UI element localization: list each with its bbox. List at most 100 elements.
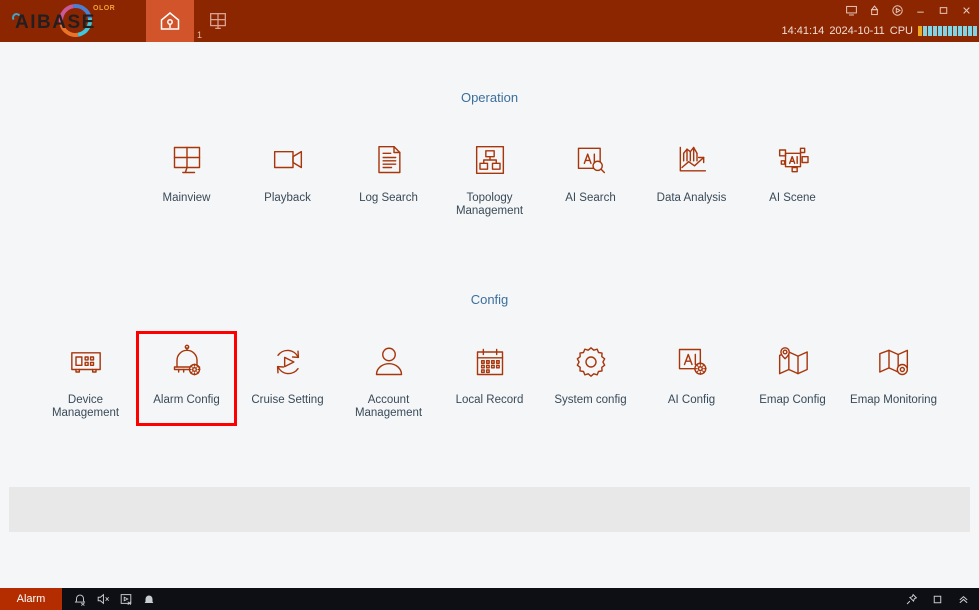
home-icon <box>160 12 180 30</box>
tile-topology-management[interactable]: Topology Management <box>439 129 540 224</box>
bottom-status-bar: Alarm <box>0 588 979 610</box>
stop-square-icon <box>933 595 942 603</box>
user-lock-button[interactable] <box>867 3 881 17</box>
maximize-button[interactable] <box>936 3 950 17</box>
speaker-mute-icon <box>97 593 109 605</box>
ai-search-icon <box>568 137 614 183</box>
cpu-bar <box>918 26 922 36</box>
cpu-label: CPU <box>889 25 913 37</box>
tile-device-management[interactable]: Device Management <box>35 331 136 426</box>
status-time: 14:41:14 <box>781 25 825 37</box>
cpu-bar <box>953 26 957 36</box>
user-lock-icon <box>870 4 878 15</box>
tile-label: AI Search <box>565 192 616 204</box>
pin-button[interactable] <box>904 592 919 607</box>
tab-home[interactable] <box>146 0 194 42</box>
section-heading-config: Config <box>470 292 509 307</box>
tile-label: Local Record <box>455 394 524 406</box>
collapse-up-button[interactable] <box>956 592 971 607</box>
tile-label: Account Management <box>354 394 423 419</box>
user-person-icon <box>366 339 412 385</box>
ai-gear-icon <box>669 339 715 385</box>
tile-label: Alarm Config <box>153 394 220 406</box>
cpu-bar <box>948 26 952 36</box>
tile-data-analysis[interactable]: Data Analysis <box>641 129 742 224</box>
tab-layout[interactable]: 1 <box>194 0 242 42</box>
tile-emap-monitoring[interactable]: Emap Monitoring <box>843 331 944 426</box>
mainview-grid-icon <box>164 137 210 183</box>
tile-cruise-setting[interactable]: Cruise Setting <box>237 331 338 426</box>
gear-icon <box>568 339 614 385</box>
cpu-bar <box>958 26 962 36</box>
logo-text: AIBASE <box>15 12 96 33</box>
device-rack-icon <box>63 339 109 385</box>
tile-label: Log Search <box>359 192 418 204</box>
minimize-button[interactable] <box>913 3 927 17</box>
tile-label: Emap Config <box>759 394 826 406</box>
tile-label: System config <box>554 394 627 406</box>
close-button[interactable] <box>959 3 973 17</box>
cpu-bar <box>923 26 927 36</box>
app-logo: AIBASE OLOR <box>0 0 146 44</box>
alarm-mute-icon <box>74 594 85 606</box>
bottom-right-icons <box>904 592 971 607</box>
cpu-bar <box>928 26 932 36</box>
close-icon <box>962 6 970 14</box>
tile-account-management[interactable]: Account Management <box>338 331 439 426</box>
tile-log-search[interactable]: Log Search <box>338 129 439 224</box>
tile-emap-config[interactable]: Emap Config <box>742 331 843 426</box>
tile-label: Cruise Setting <box>251 394 324 406</box>
power-button[interactable] <box>890 3 904 17</box>
map-pin-icon <box>770 339 816 385</box>
tile-label: Emap Monitoring <box>850 394 937 406</box>
map-target-icon <box>871 339 917 385</box>
bottom-left-icons <box>72 592 156 607</box>
alarm-button[interactable]: Alarm <box>0 588 62 610</box>
tile-system-config[interactable]: System config <box>540 331 641 426</box>
speaker-mute-button[interactable] <box>95 592 110 607</box>
cpu-bar <box>943 26 947 36</box>
operation-tile-row: Mainview Playback Log Search Topology Manag… <box>0 129 979 224</box>
screen-icon <box>845 5 857 15</box>
tile-ai-scene[interactable]: AI Scene <box>742 129 843 224</box>
tab-strip: 1 <box>146 0 242 42</box>
cpu-bar <box>968 26 972 36</box>
record-off-icon <box>120 594 131 605</box>
status-date: 2024-10-11 <box>829 25 885 37</box>
tab-layout-badge: 1 <box>197 30 203 40</box>
power-icon <box>891 4 903 16</box>
grid-layout-icon <box>210 13 226 29</box>
title-bar: AIBASE OLOR 1 14:41:14 2024-10-11 CPU <box>0 0 979 44</box>
collapse-up-icon <box>959 595 968 603</box>
pin-icon <box>906 593 918 604</box>
status-line: 14:41:14 2024-10-11 CPU <box>781 25 977 37</box>
tile-label: Device Management <box>51 394 120 419</box>
calendar-icon <box>467 339 513 385</box>
tile-label: Topology Management <box>455 192 524 217</box>
ai-scene-icon <box>770 137 816 183</box>
document-lines-icon <box>366 137 412 183</box>
tile-mainview[interactable]: Mainview <box>136 129 237 224</box>
tile-local-record[interactable]: Local Record <box>439 331 540 426</box>
tile-ai-config[interactable]: AI Config <box>641 331 742 426</box>
cpu-bar <box>938 26 942 36</box>
tile-playback[interactable]: Playback <box>237 129 338 224</box>
cpu-bar <box>933 26 937 36</box>
bell-icon <box>144 595 153 603</box>
tile-ai-search[interactable]: AI Search <box>540 129 641 224</box>
cpu-meter <box>918 26 977 36</box>
window-controls <box>844 2 973 18</box>
stop-square-button[interactable] <box>930 592 945 607</box>
tile-label: AI Config <box>667 394 716 406</box>
topology-tree-icon <box>467 137 513 183</box>
bell-button[interactable] <box>141 592 156 607</box>
cruise-refresh-play-icon <box>265 339 311 385</box>
record-off-button[interactable] <box>118 592 133 607</box>
alarm-mute-button[interactable] <box>72 592 87 607</box>
tile-label: AI Scene <box>769 192 816 204</box>
bell-gear-icon <box>164 339 210 385</box>
screen-button[interactable] <box>844 3 858 17</box>
maximize-icon <box>939 6 947 14</box>
empty-panel-strip <box>9 487 970 532</box>
tile-alarm-config[interactable]: Alarm Config <box>136 331 237 426</box>
